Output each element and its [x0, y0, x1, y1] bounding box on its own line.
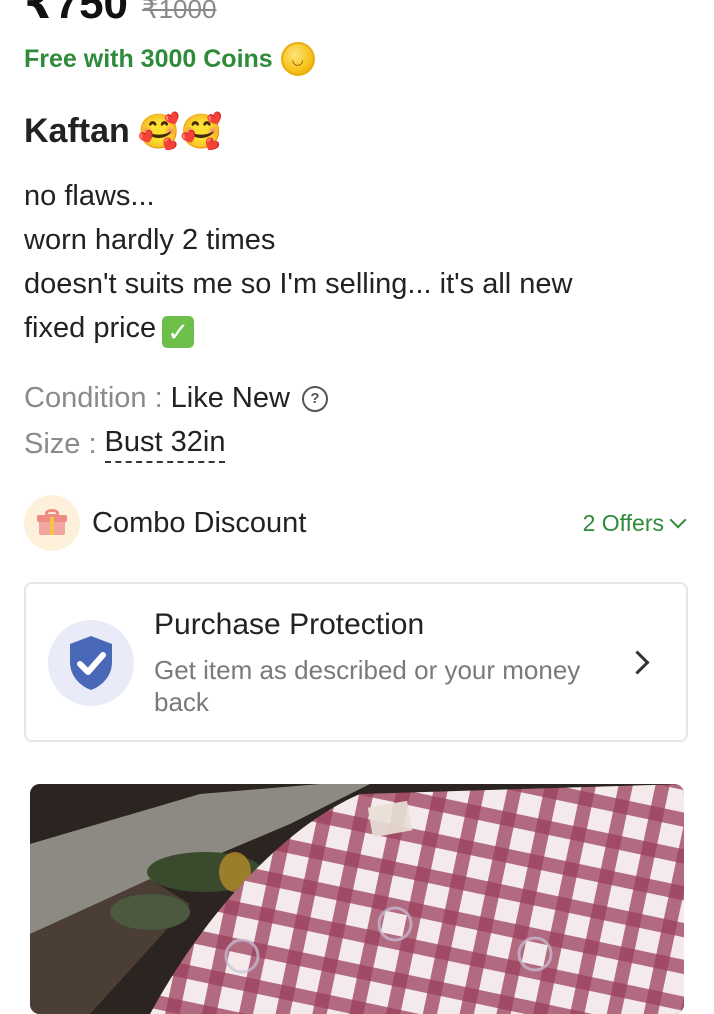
help-icon[interactable]: ? [301, 385, 328, 412]
offers-label: 2 Offers [582, 509, 664, 536]
size-key: Size : [24, 428, 97, 460]
condition-key: Condition : [24, 382, 163, 414]
condition-value: Like New [170, 382, 290, 414]
description-line: fixed price ✓ [24, 306, 573, 350]
coin-icon: ◡ [280, 42, 315, 76]
offers-button[interactable]: 2 Offers [582, 509, 687, 537]
condition-row: Condition : Like New ? [24, 382, 328, 415]
price-row: ₹750 ₹1000 [24, 0, 216, 29]
size-row: Size : Bust 32in [24, 426, 226, 463]
product-description: no flaws... worn hardly 2 times doesn't … [24, 174, 573, 350]
protection-title: Purchase Protection [154, 608, 425, 641]
product-title-row: Kaftan 🥰🥰 [24, 112, 222, 151]
current-price: ₹750 [24, 0, 129, 28]
product-image[interactable] [30, 784, 684, 1014]
combo-discount-row[interactable]: Combo Discount 2 Offers [24, 494, 687, 552]
description-line: doesn't suits me so I'm selling... it's … [24, 268, 573, 300]
description-line: no flaws... [24, 180, 155, 212]
combo-discount-label: Combo Discount [92, 506, 307, 539]
gift-icon [24, 495, 80, 551]
size-value-link[interactable]: Bust 32in [104, 426, 226, 463]
coins-offer-text: Free with 3000 Coins [24, 44, 273, 73]
coins-offer: Free with 3000 Coins ◡ [24, 42, 315, 76]
chevron-down-icon [669, 511, 687, 529]
check-mark-icon: ✓ [162, 316, 195, 348]
smiling-hearts-emoji: 🥰🥰 [137, 112, 223, 151]
product-title: Kaftan [24, 112, 130, 150]
description-line-text: fixed price [24, 312, 157, 344]
protection-subtitle: Get item as described or your money back [154, 655, 581, 717]
chevron-right-icon [625, 650, 650, 675]
shield-check-icon [48, 620, 134, 706]
purchase-protection-card[interactable]: Purchase Protection Get item as describe… [24, 582, 688, 742]
original-price: ₹1000 [142, 0, 217, 24]
description-line: worn hardly 2 times [24, 224, 276, 256]
